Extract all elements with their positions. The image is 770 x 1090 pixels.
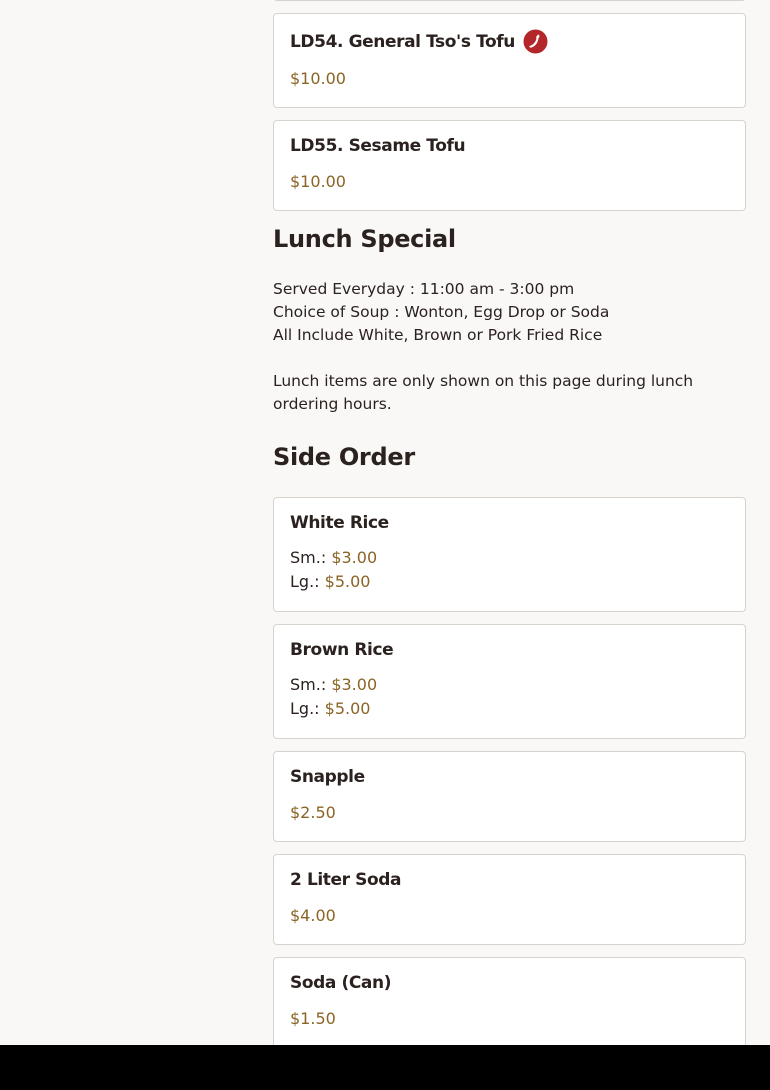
menu-item-name-row: Soda (Can): [290, 973, 391, 993]
menu-item-card[interactable]: White Rice Sm.: $3.00 Lg.: $5.00: [273, 497, 746, 612]
menu-item-price: $2.50: [290, 803, 336, 822]
menu-item-size-price: Sm.: $3.00: [290, 548, 377, 567]
menu-item-price: $10.00: [290, 172, 346, 191]
bottom-black-bar: [0, 1045, 770, 1090]
menu-item-size-price: Lg.: $5.00: [290, 572, 370, 591]
menu-item-name-row: LD54. General Tso's Tofu: [290, 29, 548, 54]
menu-item-price: $5.00: [324, 572, 371, 591]
menu-item-name-row: 2 Liter Soda: [290, 870, 402, 890]
menu-item-price: $10.00: [290, 69, 346, 88]
menu-item-price-line: $2.50: [290, 803, 336, 822]
menu-item-name: White Rice: [290, 513, 389, 533]
menu-item-card[interactable]: LD55. Sesame Tofu $10.00: [273, 120, 746, 211]
menu-item-name-row: LD55. Sesame Tofu: [290, 136, 466, 156]
menu-item-size-price: Sm.: $3.00: [290, 675, 377, 694]
menu-item-name-row: Brown Rice: [290, 640, 394, 660]
menu-item-price-line: $10.00: [290, 69, 346, 88]
info-line: Served Everyday : 11:00 am - 3:00 pm: [273, 280, 575, 298]
size-label: Lg.:: [290, 572, 320, 591]
menu-item-price: $3.00: [331, 675, 378, 694]
menu-item-card-partial[interactable]: [273, 0, 746, 1]
menu-item-price-line: $1.50: [290, 1009, 336, 1028]
menu-item-card[interactable]: Soda (Can) $1.50: [273, 957, 746, 1048]
menu-item-price: $4.00: [290, 906, 336, 925]
menu-item-card[interactable]: Snapple $2.50: [273, 751, 746, 842]
menu-item-name: LD55. Sesame Tofu: [290, 136, 466, 156]
menu-item-price: $5.00: [324, 699, 371, 718]
menu-item-name: Brown Rice: [290, 640, 394, 660]
menu-page: LD54. General Tso's Tofu $10.00 LD55. Se…: [0, 0, 770, 1090]
lunch-hours-notice: Lunch items are only shown on this page …: [273, 372, 694, 413]
menu-item-name: Soda (Can): [290, 973, 392, 993]
menu-item-price-line: $10.00: [290, 172, 346, 191]
menu-item-price-line: $4.00: [290, 906, 336, 925]
spicy-icon: [523, 29, 548, 54]
size-label: Lg.:: [290, 699, 320, 718]
menu-item-name-row: White Rice: [290, 513, 389, 533]
menu-item-card[interactable]: LD54. General Tso's Tofu $10.00: [273, 13, 746, 108]
menu-item-name-row: Snapple: [290, 767, 365, 787]
menu-item-price: $1.50: [290, 1009, 336, 1028]
lunch-special-info: Served Everyday : 11:00 am - 3:00 pm Cho…: [273, 278, 746, 347]
menu-item-card[interactable]: Brown Rice Sm.: $3.00 Lg.: $5.00: [273, 624, 746, 739]
section-heading-side-order: Side Order: [273, 443, 415, 471]
menu-item-name: 2 Liter Soda: [290, 870, 402, 890]
size-label: Sm.:: [290, 675, 327, 694]
menu-item-card[interactable]: 2 Liter Soda $4.00: [273, 854, 746, 945]
info-line: Choice of Soup : Wonton, Egg Drop or Sod…: [273, 303, 610, 321]
menu-item-name: LD54. General Tso's Tofu: [290, 31, 515, 52]
info-line: All Include White, Brown or Pork Fried R…: [273, 326, 603, 344]
section-heading-lunch-special: Lunch Special: [273, 225, 456, 253]
menu-item-size-price: Lg.: $5.00: [290, 699, 370, 718]
menu-item-name: Snapple: [290, 767, 365, 787]
size-label: Sm.:: [290, 548, 327, 567]
menu-item-price: $3.00: [331, 548, 378, 567]
